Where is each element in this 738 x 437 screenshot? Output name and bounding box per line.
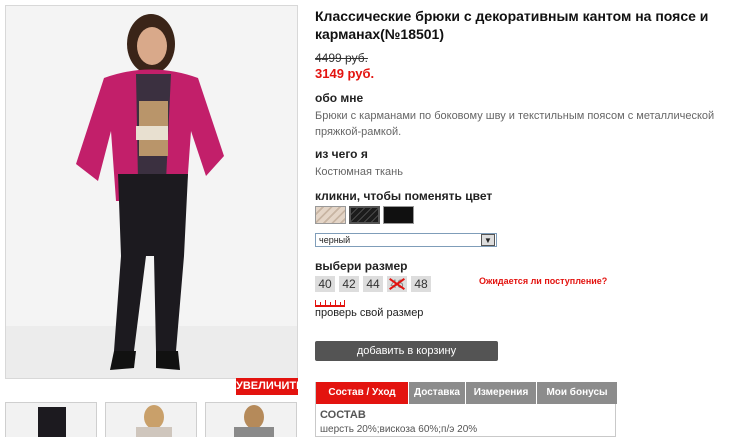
info-tabs: Состав / Уход Доставка Измерения Мои бон…	[316, 382, 617, 404]
thumbnail-3-image	[206, 403, 296, 437]
size-heading: выбери размер	[315, 259, 408, 273]
about-text: Брюки с карманами по боковому шву и текс…	[315, 110, 715, 138]
sale-price: 3149 руб.	[315, 66, 375, 81]
thumbnail-2[interactable]	[105, 402, 197, 437]
thumbnail-2-image	[106, 403, 196, 437]
size-option-48[interactable]: 48	[411, 276, 431, 292]
tab-content: СОСТАВ шерсть 20%;вискоза 60%;п/э 20%	[316, 404, 615, 437]
info-tabs-panel: Состав / Уход Доставка Измерения Мои бон…	[315, 382, 617, 437]
tab-delivery[interactable]: Доставка	[409, 382, 465, 404]
swatch-black-stripe[interactable]	[349, 206, 380, 224]
add-to-cart-button[interactable]: добавить в корзину	[315, 341, 498, 361]
color-dropdown[interactable]: черный ▼	[315, 233, 497, 247]
old-price: 4499 руб.	[315, 51, 368, 65]
tab-composition-care[interactable]: Состав / Уход	[316, 382, 408, 404]
tab-measurements[interactable]: Измерения	[466, 382, 536, 404]
color-heading: кликни, чтобы поменять цвет	[315, 189, 493, 203]
about-heading: обо мне	[315, 91, 364, 105]
thumbnail-3[interactable]	[205, 402, 297, 437]
chevron-down-icon[interactable]: ▼	[481, 234, 495, 246]
composition-heading: СОСТАВ	[320, 409, 366, 421]
thumbnail-strip	[5, 402, 305, 437]
product-photo-image	[6, 6, 297, 378]
swatch-beige-stripe[interactable]	[315, 206, 346, 224]
composition-text: шерсть 20%;вискоза 60%;п/э 20%	[320, 424, 478, 435]
material-heading: из чего я	[315, 147, 368, 161]
size-option-44[interactable]: 44	[363, 276, 383, 292]
color-swatches	[315, 206, 417, 224]
ruler-icon[interactable]	[315, 300, 345, 307]
check-size-link[interactable]: проверь свой размер	[315, 307, 423, 319]
thumbnail-1-image	[6, 403, 96, 437]
swatch-black[interactable]	[383, 206, 414, 224]
size-option-42[interactable]: 42	[339, 276, 359, 292]
color-dropdown-value: черный	[319, 235, 351, 245]
material-text: Костюмная ткань	[315, 166, 403, 178]
size-option-40[interactable]: 40	[315, 276, 335, 292]
awaiting-stock-link[interactable]: Ожидается ли поступление?	[479, 276, 607, 286]
size-options: 40 42 44 46 48	[315, 276, 435, 292]
size-option-46-unavailable[interactable]: 46	[387, 276, 407, 292]
product-title: Классические брюки с декоративным кантом…	[315, 8, 709, 42]
tab-my-bonuses[interactable]: Мои бонусы	[537, 382, 617, 404]
zoom-button[interactable]: УВЕЛИЧИТЬ	[236, 378, 304, 395]
thumbnail-1[interactable]	[5, 402, 97, 437]
product-photo[interactable]	[5, 5, 298, 379]
